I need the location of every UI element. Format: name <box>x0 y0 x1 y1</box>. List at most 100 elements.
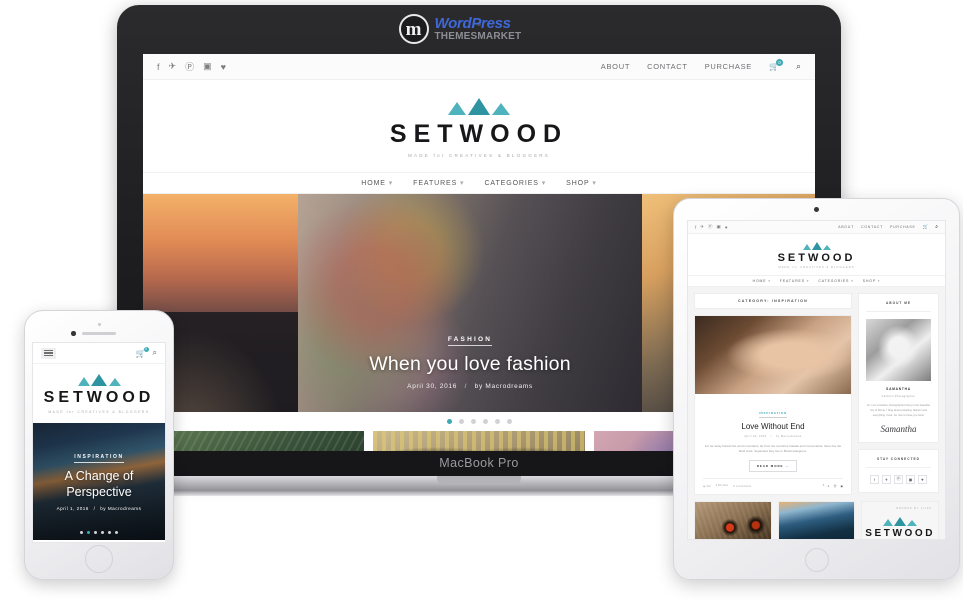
tablet-cart-icon[interactable]: 🛒 <box>923 224 929 230</box>
mobile-search-icon[interactable]: ⌕ <box>153 348 157 358</box>
topnav-contact[interactable]: CONTACT <box>647 62 688 71</box>
facebook-icon[interactable]: f <box>695 225 696 230</box>
heart-icon[interactable]: ♥ <box>221 62 226 72</box>
slider-dot-6[interactable] <box>506 419 512 424</box>
mobile-slider-dot-4[interactable] <box>101 531 104 534</box>
mountain-peak-center <box>468 98 490 115</box>
mobile-slider-dot-3[interactable] <box>94 531 97 534</box>
share-instagram-icon[interactable]: ▣ <box>840 484 843 488</box>
facebook-icon[interactable]: f <box>157 62 160 72</box>
tablet-topnav-purchase[interactable]: PURCHASE <box>890 225 916 229</box>
likes-count[interactable]: ♥ 48 Likes <box>716 484 728 488</box>
tablet-search-icon[interactable]: ⌕ <box>935 224 938 230</box>
owl-photo[interactable] <box>695 502 771 539</box>
category-tile-travel[interactable]: TRAVEL <box>152 431 364 451</box>
tablet-mainnav-features[interactable]: FEATURES ▾ <box>780 279 810 283</box>
share-facebook-icon[interactable]: f <box>823 484 824 488</box>
hamburger-icon[interactable] <box>41 347 56 359</box>
iphone-home-button[interactable] <box>85 545 113 573</box>
share-twitter-icon[interactable]: ✈ <box>827 484 829 488</box>
instagram-icon[interactable]: ▣ <box>717 224 721 230</box>
mainnav-categories[interactable]: CATEGORIES ▾ <box>484 179 546 187</box>
mobile-site: 🛒 0 ⌕ SETWOOD MADE for CREATIVES & BLOGG… <box>33 343 165 542</box>
brand-promo-widget[interactable]: BROWSE MY FILES SETWOOD MADE for CREATIV… <box>861 501 940 539</box>
tablet-mainnav-shop[interactable]: SHOP ▾ <box>863 279 881 283</box>
hero-title[interactable]: When you love fashion <box>298 353 642 376</box>
mountain-peak-left <box>802 244 811 250</box>
share-pinterest-icon[interactable]: Ⓟ <box>834 484 837 488</box>
pinterest-icon[interactable]: Ⓟ <box>708 224 713 230</box>
tablet-post-date: April 20, 2016 <box>744 434 767 438</box>
connect-pinterest-icon[interactable]: Ⓟ <box>893 474 903 484</box>
tablet-social-links: f ✈ Ⓟ ▣ ♥ <box>695 224 727 230</box>
tablet-topnav-contact[interactable]: CONTACT <box>861 225 883 229</box>
connect-twitter-icon[interactable]: ✈ <box>881 474 891 484</box>
mainnav-shop-label: SHOP <box>566 180 590 187</box>
category-tile-inspiration[interactable]: INSPIRATION <box>373 431 585 451</box>
mobile-brand-tagline: MADE for CREATIVES & BLOGGERS <box>48 410 150 414</box>
mobile-hero-caption: INSPIRATION A Change of Perspective Apri… <box>33 445 165 511</box>
tablet-post-footer: ◉ 312 ♥ 48 Likes ✉ 2 Comments f ✈ Ⓟ ▣ <box>703 478 843 488</box>
tablet-featured-post[interactable]: INSPIRATION Love Without End April 20, 2… <box>694 315 852 495</box>
search-icon[interactable]: ⌕ <box>796 61 801 72</box>
connect-heart-icon[interactable]: ♥ <box>917 474 927 484</box>
mainnav-shop[interactable]: SHOP ▾ <box>566 179 597 187</box>
mobile-slider-dot-1[interactable] <box>80 531 83 534</box>
topnav-about[interactable]: ABOUT <box>601 62 630 71</box>
connect-instagram-icon[interactable]: ▣ <box>905 474 915 484</box>
tablet-mainnav-categories[interactable]: CATEGORIES ▾ <box>818 279 853 283</box>
grid-post-the-change[interactable]: INSPIRATION The Change April 18, 2016 / … <box>694 501 772 539</box>
watermark-line2: THEMESMARKET <box>434 31 522 42</box>
mountain-photo[interactable] <box>778 502 855 539</box>
mountain-peak-left <box>448 102 466 115</box>
tablet-content: CATEGORY: INSPIRATION INSPIRATION Love W… <box>688 287 945 501</box>
mainnav-home[interactable]: HOME ▾ <box>361 179 393 187</box>
mobile-hero-author[interactable]: by Macrodreams <box>100 506 141 511</box>
slider-dot-1[interactable] <box>446 419 452 424</box>
grid-post-card[interactable]: INSPIRATION The Change April 18, 2016 / … <box>694 501 772 539</box>
mobile-meta-separator: / <box>93 506 96 512</box>
brand-wordmark: SETWOOD <box>389 120 569 148</box>
instagram-icon[interactable]: ▣ <box>203 61 212 72</box>
pinterest-icon[interactable]: Ⓟ <box>185 60 194 73</box>
grid-post-a-change-of-perspective[interactable]: INSPIRATION A Change of Perspective Apri… <box>777 501 856 539</box>
slider-dot-3[interactable] <box>470 419 476 424</box>
slider-dot-2[interactable] <box>458 419 464 424</box>
mobile-brand: SETWOOD MADE for CREATIVES & BLOGGERS <box>33 364 165 423</box>
grid-post-card[interactable]: INSPIRATION A Change of Perspective Apri… <box>777 501 856 539</box>
tablet-post-title[interactable]: Love Without End <box>703 422 843 431</box>
mobile-slider-dots[interactable] <box>33 531 165 534</box>
slide-active[interactable]: FASHION When you love fashion April 30, … <box>298 194 642 412</box>
ipad-home-button[interactable] <box>804 548 829 572</box>
tablet-mainnav-home[interactable]: HOME ▾ <box>753 279 771 283</box>
connect-facebook-icon[interactable]: f <box>869 474 879 484</box>
tablet-post-category-badge[interactable]: INSPIRATION <box>758 411 788 418</box>
mobile-hero-title[interactable]: A Change of Perspective <box>33 469 165 500</box>
comments-count[interactable]: ✉ 2 Comments <box>733 484 751 488</box>
twitter-icon[interactable]: ✈ <box>169 61 177 72</box>
tablet-mainnav-shop-label: SHOP <box>862 279 876 283</box>
mobile-hero-category-badge[interactable]: INSPIRATION <box>74 454 124 463</box>
smiling-woman-photo[interactable] <box>695 316 851 394</box>
tablet-post-author[interactable]: by Macrodreams <box>776 435 802 438</box>
slider-dot-5[interactable] <box>494 419 500 424</box>
cart-button[interactable]: 🛒 0 <box>769 59 783 71</box>
mobile-slider-dot-2[interactable] <box>87 531 90 534</box>
heart-icon[interactable]: ♥ <box>725 225 728 230</box>
mobile-slider-dot-5[interactable] <box>108 531 111 534</box>
mobile-hero-slider[interactable]: INSPIRATION A Change of Perspective Apri… <box>33 423 165 540</box>
topnav-purchase[interactable]: PURCHASE <box>705 62 752 71</box>
slider-dot-4[interactable] <box>482 419 488 424</box>
read-more-button[interactable]: READ MORE → <box>748 460 798 472</box>
tablet-topnav: ABOUT CONTACT PURCHASE 🛒 ⌕ <box>838 224 938 230</box>
twitter-icon[interactable]: ✈ <box>700 224 704 230</box>
tablet-sidebar-lower: BROWSE MY FILES SETWOOD MADE for CREATIV… <box>861 501 940 539</box>
tablet-topnav-about[interactable]: ABOUT <box>838 225 854 229</box>
mobile-slider-dot-6[interactable] <box>115 531 118 534</box>
butterfly-photo <box>373 431 585 451</box>
mainnav-features[interactable]: FEATURES ▾ <box>413 179 464 187</box>
tablet-featured-post-body: INSPIRATION Love Without End April 20, 2… <box>695 394 851 494</box>
hero-category-badge[interactable]: FASHION <box>447 336 493 346</box>
hero-author[interactable]: by Macrodreams <box>475 383 533 390</box>
mobile-cart-button[interactable]: 🛒 0 <box>136 346 149 358</box>
